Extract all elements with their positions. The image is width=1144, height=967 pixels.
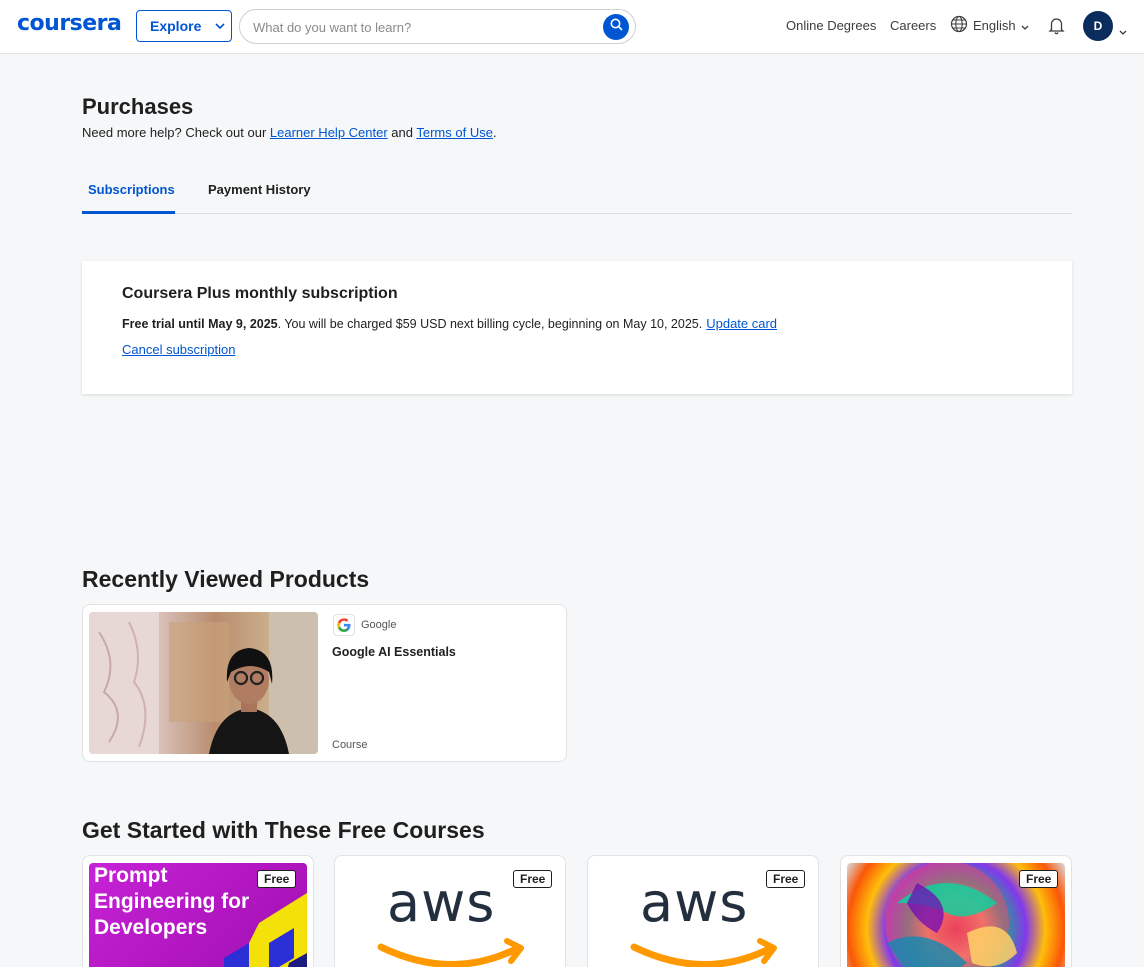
learner-help-center-link[interactable]: Learner Help Center — [270, 125, 388, 140]
globe-icon — [950, 15, 968, 36]
trial-end-text: Free trial until May 9, 2025 — [122, 317, 278, 331]
user-avatar[interactable]: D — [1083, 11, 1113, 41]
purchases-tabs: Subscriptions Payment History — [82, 172, 1072, 214]
chevron-down-icon[interactable] — [1119, 22, 1127, 40]
tab-subscriptions[interactable]: Subscriptions — [88, 182, 175, 197]
free-badge: Free — [766, 870, 806, 888]
help-and: and — [387, 125, 417, 140]
google-logo-icon — [333, 614, 355, 636]
recently-viewed-title: Recently Viewed Products — [82, 566, 370, 592]
online-degrees-link[interactable]: Online Degrees — [786, 18, 876, 33]
billing-text: . You will be charged $59 USD next billi… — [277, 317, 703, 331]
chevron-down-icon — [215, 23, 225, 29]
language-selector[interactable]: English — [950, 15, 1029, 36]
search-button[interactable] — [603, 14, 629, 40]
course-thumbnail — [89, 612, 318, 754]
subscription-title: Coursera Plus monthly subscription — [122, 285, 398, 302]
free-badge: Free — [257, 870, 297, 888]
chevron-down-icon — [1021, 18, 1029, 33]
top-nav: coursera Explore Online Degrees Careers … — [0, 0, 1144, 54]
subscription-card: Coursera Plus monthly subscription Free … — [82, 261, 1072, 394]
recently-viewed-card[interactable]: Google Google AI Essentials Course — [82, 604, 567, 762]
terms-of-use-link[interactable]: Terms of Use — [416, 125, 493, 140]
course-title: Google AI Essentials — [332, 645, 456, 659]
cancel-subscription-link[interactable]: Cancel subscription — [122, 342, 235, 357]
help-prefix: Need more help? Check out our — [82, 125, 270, 140]
coursera-logo[interactable]: coursera — [17, 11, 122, 36]
active-tab-indicator — [82, 211, 175, 214]
search-input[interactable] — [253, 18, 593, 36]
help-suffix: . — [492, 125, 497, 140]
careers-link[interactable]: Careers — [890, 18, 936, 33]
page-title: Purchases — [82, 94, 194, 119]
free-course-card[interactable]: Prompt Engineering for Developers Free — [82, 855, 314, 967]
partner-name: Google — [361, 619, 397, 631]
notifications-bell-icon[interactable] — [1048, 16, 1065, 40]
update-card-link[interactable]: Update card — [706, 316, 777, 331]
partner-info: Google — [333, 614, 396, 636]
free-courses-title: Get Started with These Free Courses — [82, 817, 485, 843]
explore-label: Explore — [150, 18, 202, 34]
search-bar — [239, 9, 636, 44]
free-badge: Free — [1019, 870, 1059, 888]
search-icon — [610, 18, 623, 36]
explore-button[interactable]: Explore — [136, 10, 232, 42]
free-course-card[interactable]: aws Free — [587, 855, 819, 967]
help-text: Need more help? Check out our Learner He… — [82, 125, 497, 140]
subscription-details: Free trial until May 9, 2025. You will b… — [122, 316, 777, 331]
product-type: Course — [332, 739, 368, 751]
free-course-card[interactable]: aws Free — [334, 855, 566, 967]
tab-payment-history[interactable]: Payment History — [208, 182, 311, 197]
free-badge: Free — [513, 870, 553, 888]
free-course-card[interactable]: Free — [840, 855, 1072, 967]
instructor-photo-icon — [89, 612, 318, 754]
language-label: English — [973, 18, 1016, 33]
